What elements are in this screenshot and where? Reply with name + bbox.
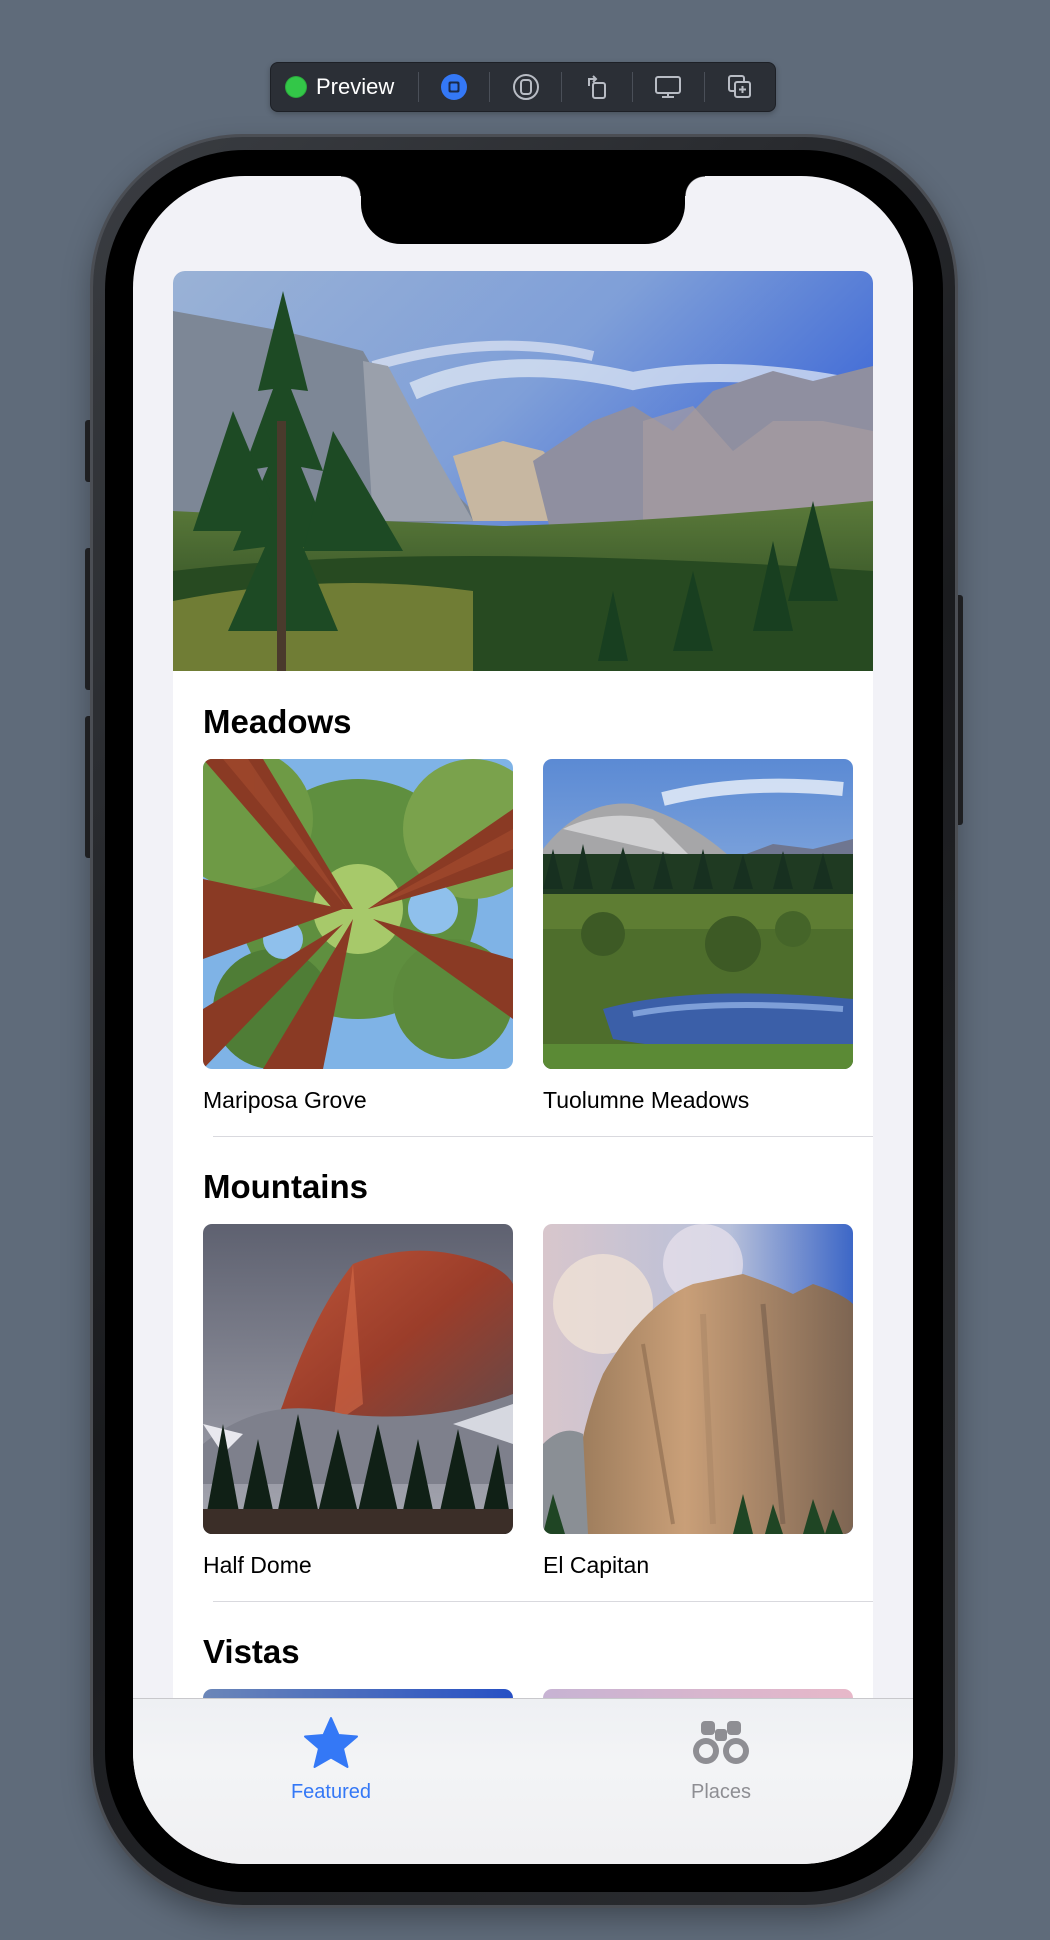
power-button: [954, 595, 963, 825]
tab-places[interactable]: Places: [641, 1715, 801, 1804]
live-preview-icon: [441, 74, 468, 100]
inspect-icon: [512, 74, 539, 100]
status-dot-icon: [285, 76, 307, 98]
duplicate-button[interactable]: [705, 63, 775, 111]
device-notch: [341, 176, 705, 244]
preview-status: Preview: [271, 63, 418, 111]
preview-label: Preview: [316, 74, 395, 99]
star-icon: [304, 1717, 358, 1768]
section-divider: [213, 1601, 873, 1602]
tab-label: Places: [690, 1781, 752, 1803]
sequoia-trees-image: [203, 759, 513, 1069]
device-settings-icon: [655, 76, 682, 98]
inspect-button[interactable]: [490, 63, 560, 111]
meadow-image: [543, 759, 853, 1069]
card-el-capitan[interactable]: El Capitan: [543, 1224, 853, 1579]
card-mariposa-grove[interactable]: Mariposa Grove: [203, 759, 513, 1114]
card-thumbnail: [543, 759, 853, 1069]
section-divider: [213, 1136, 873, 1137]
card-label: Mariposa Grove: [203, 1087, 367, 1113]
valley-landscape-image: [173, 271, 873, 671]
section-title-mountains: Mountains: [203, 1168, 368, 1205]
live-preview-button[interactable]: [419, 63, 489, 111]
rotate-icon: [587, 75, 606, 99]
card-label: Half Dome: [203, 1552, 312, 1578]
card-tuolumne-meadows[interactable]: Tuolumne Meadows: [543, 759, 853, 1114]
card-half-dome[interactable]: Half Dome: [203, 1224, 513, 1579]
section-title-meadows: Meadows: [203, 703, 352, 740]
featured-list[interactable]: Meadows Mariposa Grove Tuolumne Meadows …: [173, 271, 873, 1771]
duplicate-icon: [727, 75, 751, 98]
tab-bar: Featured Places: [133, 1698, 913, 1864]
half-dome-image: [203, 1224, 513, 1534]
el-capitan-image: [543, 1224, 853, 1534]
card-thumbnail: [543, 1224, 853, 1534]
binoculars-icon: [693, 1721, 749, 1764]
card-thumbnail: [203, 1224, 513, 1534]
card-thumbnail: [203, 759, 513, 1069]
rotate-button[interactable]: [562, 63, 632, 111]
section-title-vistas: Vistas: [203, 1633, 300, 1670]
device-screen: Meadows Mariposa Grove Tuolumne Meadows …: [133, 176, 913, 1864]
card-label: El Capitan: [543, 1552, 650, 1578]
card-label: Tuolumne Meadows: [543, 1087, 750, 1113]
preview-toolbar: Preview: [270, 62, 776, 112]
tab-label: Featured: [290, 1781, 372, 1803]
hero-image[interactable]: [173, 271, 873, 671]
device-settings-button[interactable]: [633, 63, 703, 111]
tab-featured[interactable]: Featured: [251, 1715, 411, 1804]
